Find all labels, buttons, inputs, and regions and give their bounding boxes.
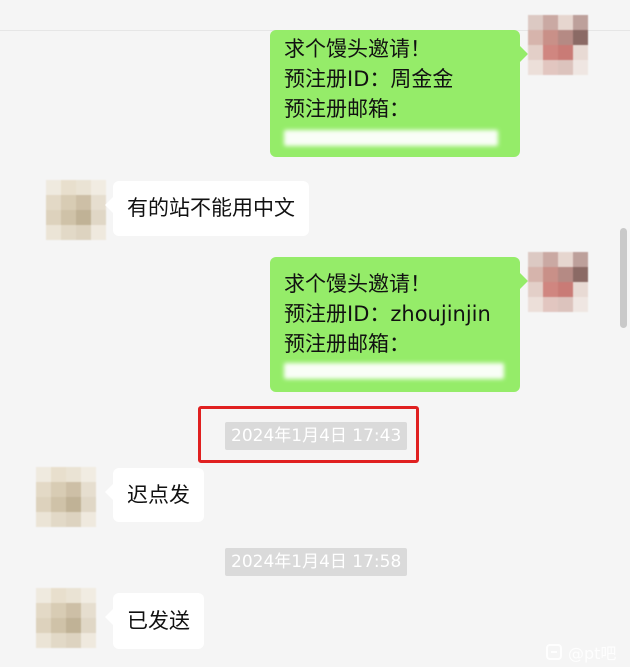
received-message-bubble[interactable]: 已发送 [105,593,204,649]
message-line: 预注册ID：周金金 [284,67,454,91]
my-avatar[interactable] [528,252,588,312]
scrollbar-thumb[interactable] [620,228,627,328]
contact-avatar[interactable] [36,467,96,527]
message-timestamp: 2024年1月4日 17:58 [225,548,408,576]
message-text: 有的站不能用中文 [127,196,295,220]
sent-message-bubble[interactable]: 求个馒头邀请！ 预注册ID：周金金 预注册邮箱： [270,30,528,157]
message-line: 预注册邮箱： [284,332,410,356]
bubble-tail [520,273,528,289]
bubble-tail [520,46,528,62]
highlight-annotation [198,406,419,463]
received-message-bubble[interactable]: 迟点发 [105,468,204,522]
message-line: 求个馒头邀请！ [284,272,431,296]
watermark-text: @pt吧 [568,644,617,663]
bubble-tail [105,197,113,213]
chat-scrollbar[interactable] [620,228,628,328]
received-message-bubble[interactable]: 有的站不能用中文 [105,181,309,236]
bubble-tail [105,609,113,625]
message-line: 预注册邮箱： [284,97,410,121]
redacted-email [284,130,498,146]
bubble-tail [105,484,113,500]
my-avatar[interactable] [528,15,588,75]
contact-avatar[interactable] [36,588,96,648]
message-line: 预注册ID：zhoujinjin [284,302,491,326]
watermark: @pt吧 [546,640,616,664]
message-text: 已发送 [127,609,190,633]
redacted-email [284,363,504,379]
message-text: 迟点发 [127,483,190,507]
chat-icon [546,644,562,660]
sent-message-bubble[interactable]: 求个馒头邀请！ 预注册ID：zhoujinjin 预注册邮箱： [270,257,528,392]
message-line: 求个馒头邀请！ [284,37,431,61]
contact-avatar[interactable] [46,180,106,240]
